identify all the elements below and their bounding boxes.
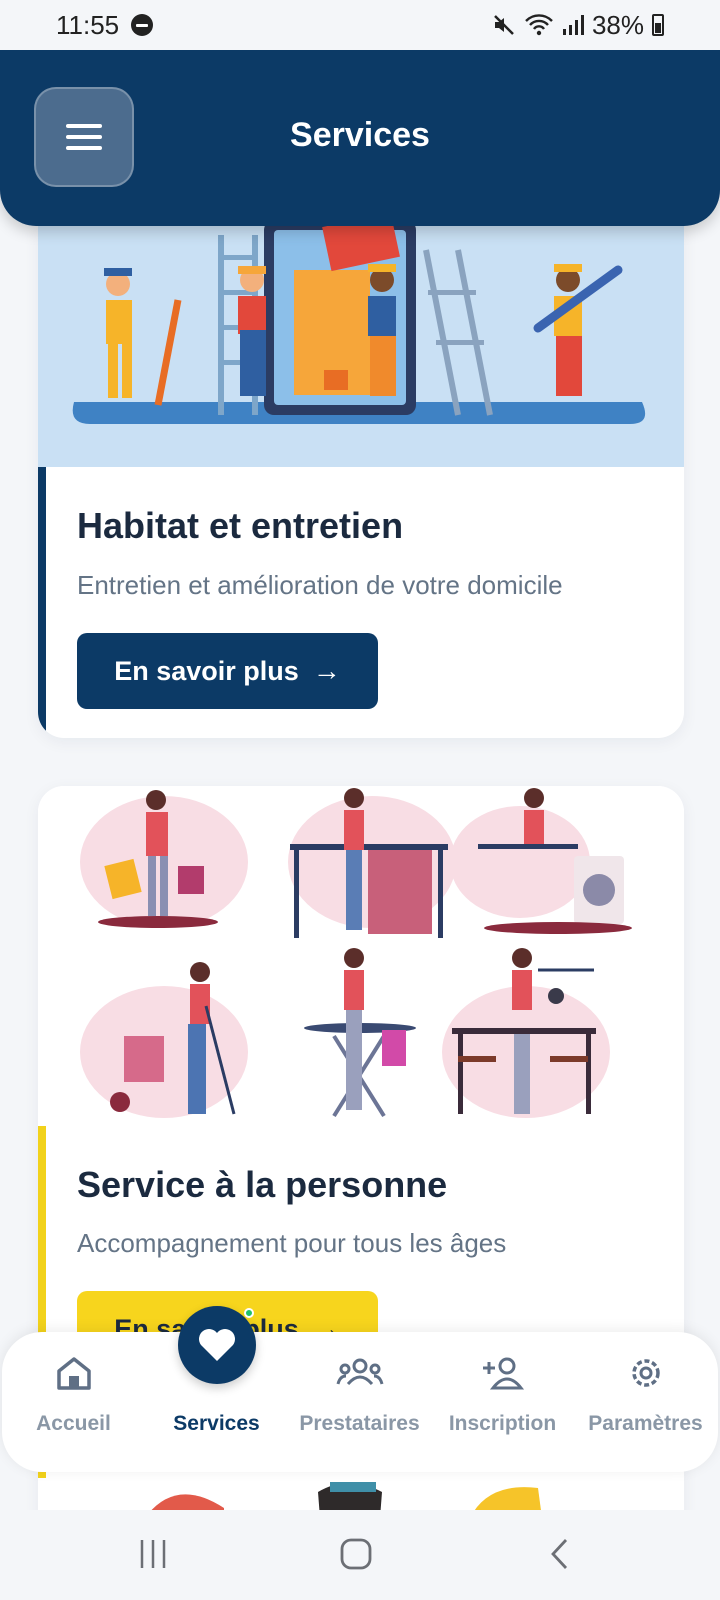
card-description: Accompagnement pour tous les âges xyxy=(77,1228,507,1258)
app-header: Services xyxy=(0,48,720,226)
page-title: Services xyxy=(290,116,430,154)
notification-dot xyxy=(243,1308,254,1318)
nav-item-parametres[interactable]: Paramètres xyxy=(574,1332,717,1472)
nav-item-accueil[interactable]: Accueil xyxy=(2,1332,145,1472)
heart-icon xyxy=(198,1329,235,1361)
services-active-bubble xyxy=(177,1306,256,1384)
wifi-icon xyxy=(525,14,553,36)
users-icon xyxy=(336,1358,383,1386)
card-title: Service à la personne xyxy=(77,1164,448,1205)
service-card-habitat[interactable]: Habitat et entretien Entretien et amélio… xyxy=(38,180,684,738)
card-title: Habitat et entretien xyxy=(77,505,404,546)
status-time: 11:55 xyxy=(56,9,120,40)
system-navigation-bar xyxy=(0,1510,720,1600)
battery-percent: 38% xyxy=(591,9,644,40)
battery-icon xyxy=(652,14,664,36)
nav-label: Accueil xyxy=(36,1412,111,1435)
home-icon xyxy=(56,1357,91,1390)
nav-label: Services xyxy=(173,1412,260,1435)
learn-more-button[interactable]: En savoir plus → xyxy=(77,633,378,709)
status-bar: 11:55 38% xyxy=(0,0,720,50)
mute-icon xyxy=(494,15,514,35)
card-description: Entretien et amélioration de votre domic… xyxy=(77,570,563,600)
add-user-icon xyxy=(482,1357,524,1390)
nav-item-inscription[interactable]: Inscription xyxy=(431,1332,574,1472)
accent-bar xyxy=(38,467,46,738)
recent-apps-icon[interactable] xyxy=(138,1536,168,1572)
do-not-disturb-icon xyxy=(131,14,154,36)
nav-label: Prestataires xyxy=(299,1412,420,1435)
nav-item-prestataires[interactable]: Prestataires xyxy=(288,1332,431,1472)
back-icon[interactable] xyxy=(548,1536,572,1572)
signal-icon xyxy=(562,15,584,35)
arrow-right-icon: → xyxy=(312,655,341,686)
bottom-navigation: Accueil Services Prestataires Inscriptio… xyxy=(2,1306,718,1472)
nav-label: Inscription xyxy=(448,1412,557,1435)
home-button-icon[interactable] xyxy=(339,1536,373,1572)
nav-item-services[interactable]: Services xyxy=(145,1306,288,1472)
gear-icon xyxy=(631,1359,660,1387)
button-label: En savoir plus xyxy=(114,655,299,686)
nav-label: Paramètres xyxy=(588,1412,703,1435)
home-care-illustration xyxy=(38,786,684,1126)
